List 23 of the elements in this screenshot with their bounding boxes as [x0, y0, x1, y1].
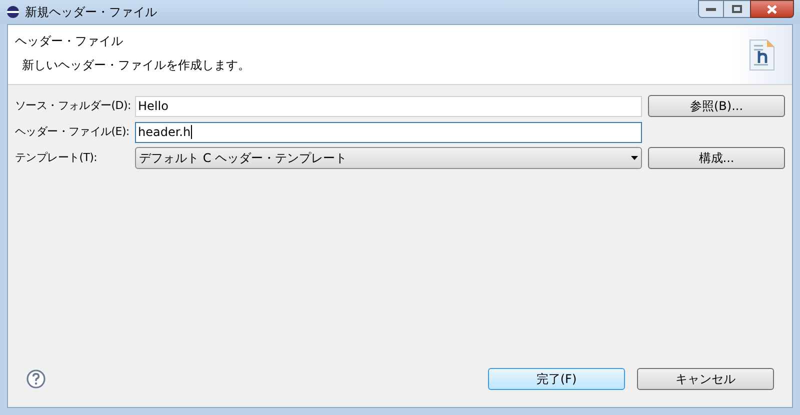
window-title: 新規ヘッダー・ファイル — [25, 4, 158, 21]
field-label: テンプレート(T): — [15, 150, 98, 166]
field-button[interactable]: 構成... — [648, 147, 785, 169]
help-icon[interactable] — [26, 369, 46, 389]
close-button[interactable] — [750, 0, 794, 18]
dialog-button[interactable]: 完了(F) — [488, 368, 625, 390]
app-icon — [6, 5, 20, 19]
field-button[interactable]: 参照(B)... — [648, 95, 785, 117]
header-title: ヘッダー・ファイル — [15, 33, 124, 50]
header-description: 新しいヘッダー・ファイルを作成します。 — [21, 57, 250, 74]
header-file-icon — [749, 38, 775, 70]
text-field[interactable]: header.h — [135, 122, 642, 142]
dropdown-caret-icon — [631, 156, 638, 160]
field-label: ヘッダー・ファイル(E): — [15, 124, 130, 140]
template-dropdown[interactable]: デフォルト C ヘッダー・テンプレート — [135, 147, 642, 169]
field-label: ソース・フォルダー(D): — [15, 98, 132, 114]
maximize-button[interactable] — [724, 0, 750, 18]
close-icon — [767, 4, 777, 14]
minimize-icon — [706, 8, 716, 10]
maximize-icon — [732, 5, 742, 13]
minimize-button[interactable] — [698, 0, 724, 18]
dialog-button[interactable]: キャンセル — [637, 368, 774, 390]
text-field[interactable]: Hello — [135, 96, 642, 116]
